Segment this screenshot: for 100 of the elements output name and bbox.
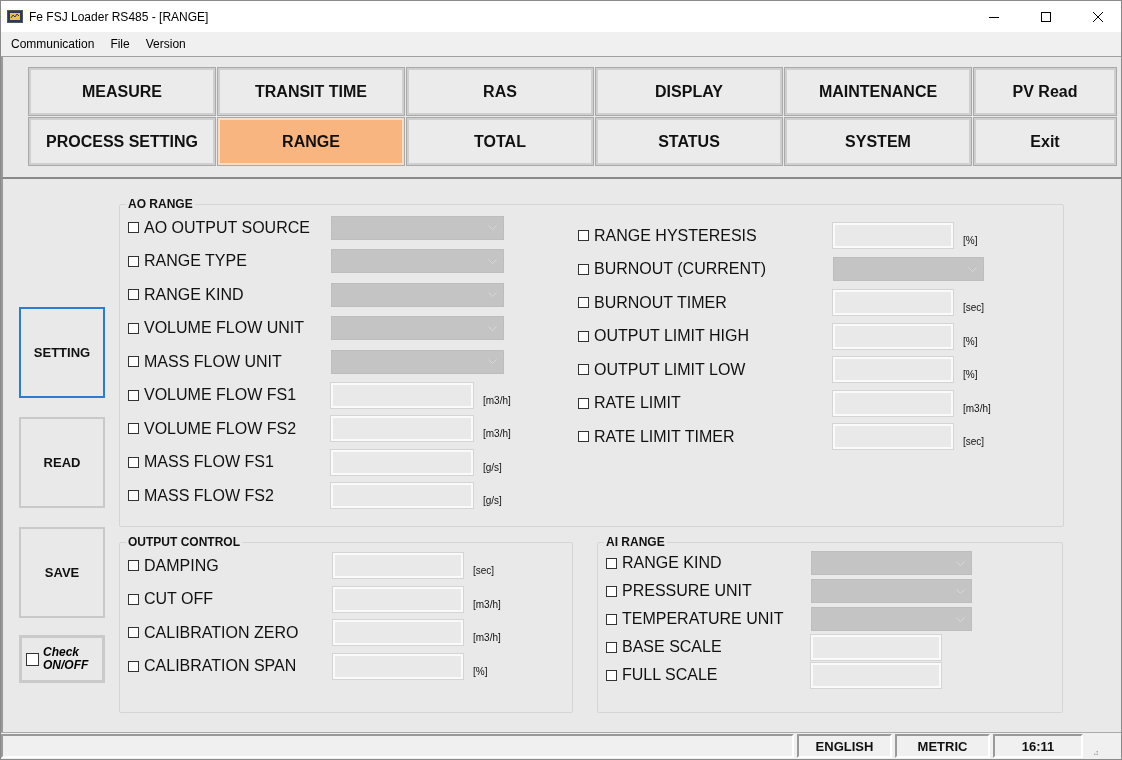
dropdown-field[interactable] (833, 257, 984, 282)
tab[interactable]: Exit (974, 118, 1116, 165)
input-field[interactable] (833, 323, 953, 349)
checkbox[interactable] (128, 560, 139, 572)
checkbox[interactable] (606, 669, 617, 681)
unit-label: [m3/h] (483, 393, 511, 406)
field-label: CALIBRATION ZERO (144, 623, 299, 642)
checkbox[interactable] (128, 222, 139, 234)
input-field[interactable] (833, 223, 953, 249)
menu-item[interactable]: Communication (3, 37, 103, 51)
field-label: MASS FLOW FS2 (144, 486, 274, 505)
checkbox[interactable] (128, 593, 139, 605)
checkbox[interactable] (606, 585, 617, 597)
action-button[interactable]: SETTING (19, 307, 105, 398)
action-button[interactable]: READ (19, 417, 105, 508)
checkbox[interactable] (128, 356, 139, 368)
field-label: TEMPERATURE UNIT (622, 610, 784, 628)
unit-label: [sec] (473, 564, 495, 577)
window-title: Fe FSJ Loader RS485 - [RANGE] (29, 9, 210, 24)
checkbox[interactable] (128, 389, 139, 401)
input-field[interactable] (833, 357, 953, 383)
field-label: RANGE HYSTERESIS (594, 226, 757, 245)
unit-label: [sec] (963, 301, 985, 314)
input-field[interactable] (333, 620, 463, 646)
unit-label: [m3/h] (473, 631, 501, 644)
field-label: RANGE KIND (144, 285, 244, 304)
checkbox[interactable] (128, 255, 139, 267)
input-field[interactable] (333, 586, 463, 612)
checkbox[interactable] (128, 490, 139, 502)
checkbox[interactable] (578, 263, 589, 275)
field-label: VOLUME FLOW FS1 (144, 386, 297, 405)
tab[interactable]: PROCESS SETTING (29, 118, 215, 165)
checkbox[interactable] (606, 557, 617, 569)
group-title: AO RANGE (127, 197, 194, 211)
dropdown-field[interactable] (331, 349, 504, 374)
field-label: VOLUME FLOW FS2 (144, 419, 297, 438)
dropdown-field[interactable] (811, 551, 972, 575)
tab[interactable]: TOTAL (407, 118, 593, 165)
field-label: CUT OFF (144, 590, 214, 609)
check-toggle[interactable]: Check ON/OFF (19, 635, 105, 683)
tab[interactable]: TRANSIT TIME (218, 68, 404, 115)
checkbox[interactable] (578, 230, 589, 242)
checkbox[interactable] (128, 660, 139, 672)
checkbox[interactable] (578, 364, 589, 376)
field-label: VOLUME FLOW UNIT (144, 319, 304, 338)
input-field[interactable] (811, 662, 941, 688)
group-title: OUTPUT CONTROL (127, 535, 241, 549)
checkbox[interactable] (606, 641, 617, 653)
checkbox[interactable] (578, 397, 589, 409)
dropdown-field[interactable] (811, 579, 972, 603)
field-label: RATE LIMIT TIMER (594, 427, 735, 446)
status-label: METRIC (895, 734, 990, 758)
field-label: MASS FLOW FS1 (144, 453, 274, 472)
checkbox[interactable] (128, 423, 139, 435)
input-field[interactable] (333, 653, 463, 679)
menu-item[interactable]: File (102, 37, 138, 51)
dropdown-field[interactable] (331, 215, 504, 240)
checkbox[interactable] (128, 322, 139, 334)
unit-label: [%] (963, 334, 978, 347)
unit-label: [m3/h] (963, 401, 991, 414)
tab[interactable]: RAS (407, 68, 593, 115)
tab[interactable]: MEASURE (29, 68, 215, 115)
checkbox[interactable] (26, 652, 39, 666)
tab[interactable]: SYSTEM (785, 118, 971, 165)
tab[interactable]: MAINTENANCE (785, 68, 971, 115)
tab[interactable]: DISPLAY (596, 68, 782, 115)
input-field[interactable] (333, 553, 463, 579)
checkbox[interactable] (578, 297, 589, 309)
tab[interactable]: PV Read (974, 68, 1116, 115)
input-field[interactable] (811, 634, 941, 660)
checkbox[interactable] (606, 613, 617, 625)
dropdown-field[interactable] (331, 249, 504, 274)
tab[interactable]: STATUS (596, 118, 782, 165)
field-label: BASE SCALE (622, 638, 722, 656)
field-label: RANGE KIND (622, 554, 722, 572)
unit-label: [%] (473, 664, 488, 677)
unit-label: [%] (963, 368, 978, 381)
unit-label: [g/s] (483, 460, 502, 473)
input-field[interactable] (833, 290, 953, 316)
menu-item[interactable]: Version (137, 37, 194, 51)
dropdown-field[interactable] (331, 316, 504, 341)
checkbox[interactable] (578, 431, 589, 443)
status-label: ENGLISH (797, 734, 892, 758)
input-field[interactable] (331, 449, 473, 475)
tab[interactable]: RANGE (218, 118, 404, 165)
field-label: OUTPUT LIMIT HIGH (594, 327, 749, 346)
input-field[interactable] (833, 424, 953, 450)
unit-label: [g/s] (483, 494, 502, 507)
input-field[interactable] (331, 382, 473, 408)
checkbox[interactable] (128, 456, 139, 468)
input-field[interactable] (833, 390, 953, 416)
dropdown-field[interactable] (811, 607, 972, 631)
dropdown-field[interactable] (331, 282, 504, 307)
checkbox[interactable] (578, 330, 589, 342)
checkbox[interactable] (128, 289, 139, 301)
field-label: RATE LIMIT (594, 394, 681, 413)
checkbox[interactable] (128, 627, 139, 639)
input-field[interactable] (331, 483, 473, 509)
input-field[interactable] (331, 416, 473, 442)
action-button[interactable]: SAVE (19, 527, 105, 618)
